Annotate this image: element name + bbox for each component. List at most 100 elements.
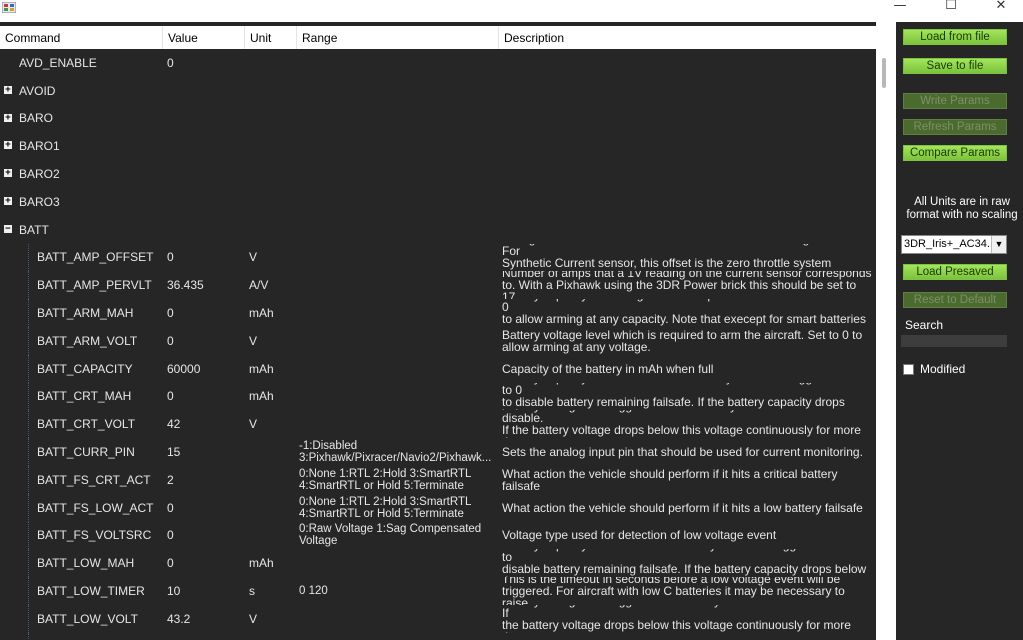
table-row[interactable]: BATT_AMP_OFFSET 0 V Voltage offset at zero … (0, 243, 876, 272)
table-row[interactable]: BATT_CRT_VOLT 42 V Battery voltage that tri… (0, 410, 876, 439)
refresh-params-button[interactable]: Refresh Params (903, 119, 1007, 135)
unit-cell: mAh (249, 361, 274, 376)
load-from-file-button[interactable]: Load from file (903, 29, 1007, 45)
modified-checkbox[interactable] (903, 364, 914, 375)
range-cell (299, 188, 494, 216)
description-cell: What action the vehicle should perform i… (502, 500, 863, 515)
tree-connector-line (28, 271, 30, 300)
unit-cell: s (249, 584, 255, 599)
description-cell: Voltage offset at zero current on curren… (502, 244, 860, 272)
expand-icon[interactable]: + (4, 113, 12, 122)
parameter-grid[interactable]: Command Value Unit Range Description AVD… (0, 22, 876, 640)
command-cell: BATT_FS_VOLTSRC (37, 528, 152, 543)
table-row[interactable]: BATT_CRT_MAH 0 mAh Battery capacity at whic… (0, 382, 876, 411)
description-cell: Battery capacity at which the critical b… (502, 383, 861, 411)
table-row[interactable]: BATT_ARM_VOLT 0 V Battery voltage level whi… (0, 326, 876, 355)
column-header-command[interactable]: Command (0, 26, 163, 49)
table-row[interactable]: BATT_LOW_MAH 0 mAh Battery capacity at whic… (0, 549, 876, 578)
value-cell[interactable]: 0 (167, 522, 174, 550)
tree-connector-line (28, 326, 30, 355)
value-cell[interactable]: 60000 (167, 355, 200, 383)
value-cell[interactable]: 0 (167, 244, 174, 272)
table-row[interactable]: + BARO3 (0, 188, 876, 216)
table-row[interactable]: + BARO1 (0, 132, 876, 160)
range-cell: 0:None 1:RTL 2:Hold 3:SmartRTL 4:SmartRT… (299, 467, 472, 492)
range-cell (299, 271, 494, 299)
value-cell[interactable]: 42 (167, 410, 180, 438)
expand-icon[interactable]: + (4, 85, 12, 94)
description-cell (502, 216, 874, 244)
search-input[interactable] (901, 335, 1007, 347)
command-cell: BATT_CRT_MAH (37, 389, 132, 404)
value-cell[interactable]: 2 (167, 466, 174, 494)
save-to-file-button[interactable]: Save to file (903, 58, 1007, 74)
value-cell[interactable]: 0 (167, 299, 174, 327)
write-params-button[interactable]: Write Params (903, 93, 1007, 109)
reset-to-default-button[interactable]: Reset to Default (903, 292, 1007, 308)
value-cell[interactable]: 0 (167, 327, 174, 355)
tree-connector-line (28, 577, 30, 605)
value-cell[interactable]: 0 (167, 494, 174, 522)
table-row[interactable]: BATT_LOW_TIMER 10 s 0 120 This is the timeou… (0, 577, 876, 605)
description-cell: Sets the analog input pin that should be… (502, 445, 863, 460)
description-cell: Battery capacity at which the low batter… (502, 549, 868, 577)
table-row[interactable]: BATT_FS_LOW_ACT 0 0:None 1:RTL 2:Hold 3:Sm… (0, 493, 876, 522)
unit-cell: V (249, 611, 258, 626)
table-row[interactable]: BATT_ARM_MAH 0 mAh Battery capacity remaini… (0, 299, 876, 327)
tree-connector-line (28, 438, 30, 466)
vertical-scrollbar[interactable] (876, 22, 896, 640)
table-row[interactable]: BATT_LOW_VOLT 43.2 V Battery voltage that t… (0, 604, 876, 633)
profile-select[interactable]: 3DR_Iris+_AC34... ▼ (901, 235, 1007, 254)
description-cell (502, 77, 874, 105)
scrollbar-thumb[interactable] (882, 58, 886, 88)
value-cell[interactable]: 36.435 (167, 271, 204, 299)
range-cell (299, 160, 494, 188)
table-row[interactable]: BATT_CURR_PIN 15 -1:Disabled 3:Pixhawk/Pix… (0, 438, 876, 466)
range-cell (299, 355, 494, 383)
table-row[interactable]: + BARO (0, 105, 876, 133)
column-header-value[interactable]: Value (163, 26, 245, 49)
maximize-button[interactable]: ☐ (928, 0, 974, 14)
table-row[interactable]: BATT_CAPACITY 60000 mAh Capacity of the bat… (0, 354, 876, 383)
value-cell[interactable]: 15 (167, 438, 180, 466)
close-button[interactable]: ✕ (978, 0, 1023, 14)
tree-connector-line (28, 521, 30, 550)
value-cell[interactable]: 0 (167, 49, 174, 77)
tree-connector-line (28, 465, 30, 494)
expand-icon[interactable]: + (4, 141, 12, 150)
value-cell[interactable]: 0 (167, 383, 174, 411)
load-presaved-button[interactable]: Load Presaved (903, 264, 1007, 280)
command-cell: BARO (19, 111, 54, 126)
table-row[interactable]: AVD_ENABLE 0 (0, 49, 876, 77)
compare-params-button[interactable]: Compare Params (903, 145, 1007, 161)
command-cell: BATT_FS_CRT_ACT (37, 472, 151, 487)
range-cell (299, 216, 494, 244)
command-cell: BARO3 (19, 194, 60, 209)
table-row[interactable]: BATT_FS_CRT_ACT 2 0:None 1:RTL 2:Hold 3:Sm… (0, 465, 876, 494)
table-row[interactable]: BATT_FS_VOLTSRC 0 0:Raw Voltage 1:Sag Comp… (0, 521, 876, 550)
command-cell: AVOID (19, 83, 56, 98)
expand-icon[interactable]: + (4, 196, 12, 205)
search-label: Search (905, 318, 944, 332)
range-cell: 0:None 1:RTL 2:Hold 3:SmartRTL 4:SmartRT… (299, 495, 472, 520)
collapse-icon[interactable]: − (4, 224, 12, 233)
expand-icon[interactable]: + (4, 169, 12, 178)
table-row[interactable]: + AVOID (0, 77, 876, 105)
column-header-description[interactable]: Description (499, 26, 876, 49)
minimize-button[interactable]: — (877, 0, 923, 14)
command-cell: BATT_AMP_OFFSET (37, 250, 154, 265)
unit-cell: V (249, 250, 258, 265)
chevron-down-icon[interactable]: ▼ (991, 236, 1006, 253)
column-header-unit[interactable]: Unit (245, 26, 297, 49)
table-row[interactable]: − BATT (0, 216, 876, 244)
column-header-range[interactable]: Range (297, 26, 499, 49)
table-row[interactable]: BATT_AMP_PERVLT 36.435 A/V Number of amps t… (0, 271, 876, 300)
modified-label: Modified (920, 362, 966, 376)
unit-cell: mAh (249, 389, 274, 404)
value-cell[interactable]: 0 (167, 549, 174, 577)
value-cell[interactable]: 43.2 (167, 605, 190, 633)
command-cell: BATT_ARM_VOLT (37, 333, 138, 348)
table-row[interactable]: 0:Disabled 3:Analog Voltage Only (0, 632, 876, 640)
value-cell[interactable]: 10 (167, 577, 180, 605)
table-row[interactable]: + BARO2 (0, 160, 876, 188)
